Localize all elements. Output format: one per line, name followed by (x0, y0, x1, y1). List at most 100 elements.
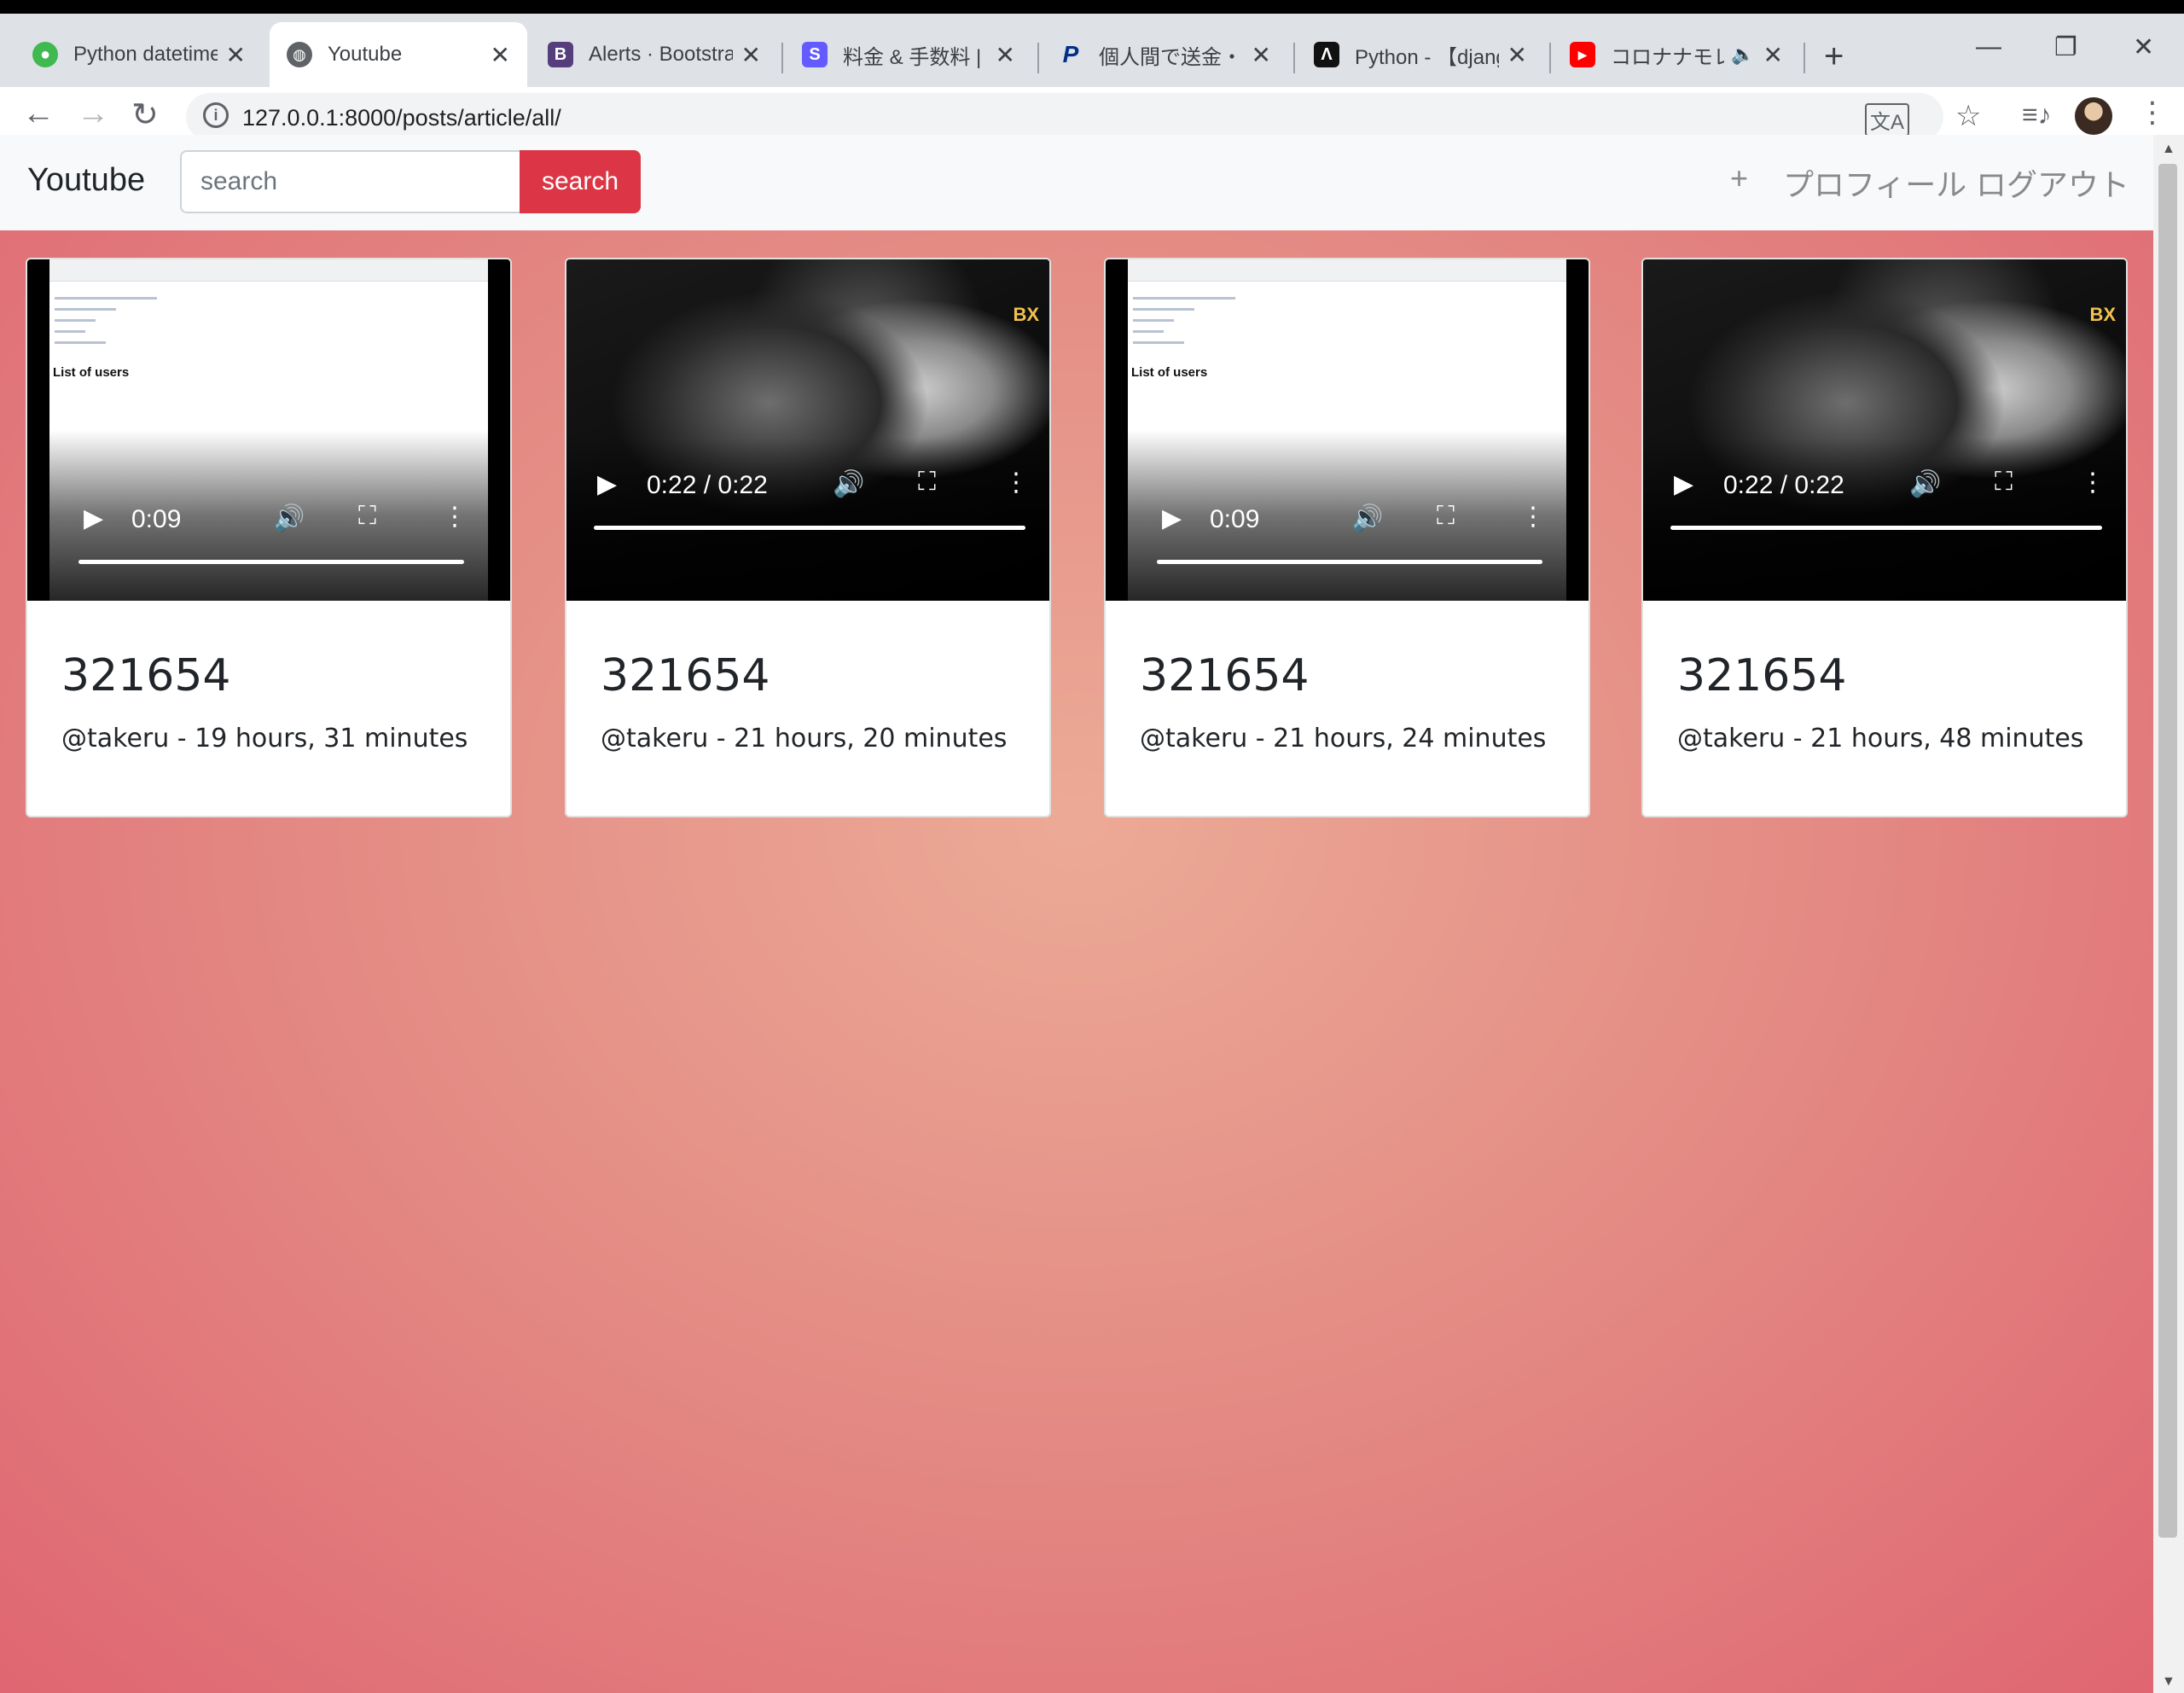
channel-logo: BX (1013, 304, 1039, 325)
tab-python-django[interactable]: Λ Python - 【djang ✕ (1297, 22, 1544, 87)
play-icon[interactable]: ▶ (1674, 469, 1693, 499)
profile-link[interactable]: プロフィール (1783, 160, 1966, 205)
fullscreen-icon[interactable]: ⛶ (918, 468, 936, 497)
volume-icon[interactable]: 🔊 (273, 503, 305, 533)
scroll-down-icon[interactable]: ▼ (2162, 1674, 2175, 1690)
add-post-link[interactable]: + (1730, 160, 1748, 196)
site-navbar: Youtube search + プロフィール ログアウト (0, 135, 2153, 230)
volume-icon[interactable]: 🔊 (833, 469, 864, 499)
close-icon[interactable]: ✕ (1252, 41, 1271, 69)
video-menu-icon[interactable]: ⋮ (1520, 502, 1546, 532)
address-url[interactable]: 127.0.0.1:8000/posts/article/all/ (242, 105, 561, 131)
logout-link[interactable]: ログアウト (1976, 160, 2129, 205)
forward-icon[interactable]: → (77, 96, 109, 132)
video-progress-bar[interactable] (594, 526, 1025, 530)
restore-icon[interactable]: ❐ (2054, 32, 2077, 62)
bookmark-star-icon[interactable]: ☆ (1955, 99, 1981, 133)
globe-icon: ◍ (287, 42, 312, 67)
video-progress-bar[interactable] (1157, 560, 1542, 564)
play-icon[interactable]: ▶ (597, 469, 617, 499)
tab-paypal[interactable]: P 個人間で送金・集 ✕ (1041, 22, 1288, 87)
search-button[interactable]: search (520, 150, 641, 213)
post-title[interactable]: 321654 (61, 650, 468, 701)
post-meta: @takeru - 21 hours, 24 minutes (1140, 724, 1547, 753)
video-progress-bar[interactable] (1670, 526, 2102, 530)
video-player[interactable]: List of users ▶ 0:09 🔊 ⛶ ⋮ (1106, 259, 1589, 601)
video-progress-bar[interactable] (78, 560, 464, 564)
tab-separator (1037, 43, 1039, 73)
tab-youtube-video[interactable]: ▶ コロナナモレモ 🔈 ✕ (1553, 22, 1800, 87)
address-bar[interactable]: i 127.0.0.1:8000/posts/article/all/ 文A (186, 93, 1943, 141)
search-input[interactable] (180, 150, 521, 213)
close-icon[interactable]: ✕ (226, 41, 246, 69)
tab-alerts-bootstrap[interactable]: B Alerts · Bootstra ✕ (531, 22, 778, 87)
video-menu-icon[interactable]: ⋮ (1003, 468, 1029, 497)
window-top-border (0, 0, 2184, 14)
python-icon: ● (32, 42, 58, 67)
tab-separator (1549, 43, 1551, 73)
tab-separator (1293, 43, 1295, 73)
post-card[interactable]: List of users ▶ 0:09 🔊 ⛶ ⋮ 321654 @taker… (26, 258, 512, 817)
info-icon[interactable]: i (203, 102, 229, 128)
tab-title: 個人間で送金・集 (1099, 45, 1243, 69)
site-brand[interactable]: Youtube (27, 162, 145, 199)
page-scrollbar[interactable]: ▲ ▼ (2153, 135, 2184, 1693)
scrollbar-thumb[interactable] (2158, 164, 2177, 1538)
scroll-up-icon[interactable]: ▲ (2162, 142, 2175, 157)
channel-logo: BX (2089, 304, 2116, 325)
tab-separator (1804, 43, 1805, 73)
browser-menu-icon[interactable]: ⋮ (2138, 96, 2167, 130)
tab-title: コロナナモレモ (1611, 45, 1725, 69)
post-card[interactable]: BX ▶ 0:22 / 0:22 🔊 ⛶ ⋮ 321654 @takeru - … (565, 258, 1051, 817)
post-title[interactable]: 321654 (1140, 650, 1546, 701)
tab-python-datetime[interactable]: ● Python datetime ✕ (15, 22, 263, 87)
card-body: 321654 @takeru - 21 hours, 24 minutes (1140, 650, 1546, 753)
video-frame: List of users (49, 259, 488, 601)
stripe-icon: S (802, 42, 828, 67)
close-icon[interactable]: ✕ (1763, 41, 1783, 69)
close-icon[interactable]: ✕ (996, 41, 1015, 69)
video-player[interactable]: BX ▶ 0:22 / 0:22 🔊 ⛶ ⋮ (1643, 259, 2126, 601)
tab-stripe-fees[interactable]: S 料金 & 手数料 | ✕ (785, 22, 1032, 87)
translate-icon[interactable]: 文A (1864, 103, 1909, 137)
close-icon[interactable]: ✕ (1507, 41, 1527, 69)
post-card[interactable]: BX ▶ 0:22 / 0:22 🔊 ⛶ ⋮ 321654 @takeru - … (1641, 258, 2128, 817)
play-icon[interactable]: ▶ (1162, 503, 1182, 533)
youtube-icon: ▶ (1570, 42, 1595, 67)
post-meta: @takeru - 19 hours, 31 minutes (61, 724, 468, 753)
tab-strip: ● Python datetime ✕ ◍ Youtube ✕ B Alerts… (0, 14, 2184, 148)
minimize-icon[interactable]: — (1976, 32, 2001, 61)
post-card[interactable]: List of users ▶ 0:09 🔊 ⛶ ⋮ 321654 @taker… (1104, 258, 1590, 817)
video-time: 0:22 / 0:22 (647, 471, 768, 499)
post-meta: @takeru - 21 hours, 48 minutes (1677, 724, 2084, 753)
close-window-icon[interactable]: ✕ (2133, 32, 2154, 62)
video-menu-icon[interactable]: ⋮ (2080, 468, 2106, 497)
tab-title: 料金 & 手数料 | (843, 45, 982, 69)
video-player[interactable]: List of users ▶ 0:09 🔊 ⛶ ⋮ (27, 259, 510, 601)
speaker-icon[interactable]: 🔈 (1731, 44, 1754, 66)
video-time: 0:09 (1210, 505, 1260, 533)
video-time: 0:09 (131, 505, 182, 533)
close-icon[interactable]: ✕ (491, 41, 510, 69)
card-body: 321654 @takeru - 21 hours, 20 minutes (601, 650, 1007, 753)
reload-icon[interactable]: ↻ (131, 96, 159, 134)
fullscreen-icon[interactable]: ⛶ (358, 502, 376, 531)
profile-avatar[interactable] (2075, 97, 2112, 135)
close-icon[interactable]: ✕ (741, 41, 761, 69)
back-icon[interactable]: ← (22, 96, 55, 132)
video-player[interactable]: BX ▶ 0:22 / 0:22 🔊 ⛶ ⋮ (566, 259, 1049, 601)
play-icon[interactable]: ▶ (84, 503, 103, 533)
media-playlist-icon[interactable]: ≡♪ (2022, 99, 2052, 131)
frame-caption: List of users (1131, 365, 1208, 380)
volume-icon[interactable]: 🔊 (1351, 503, 1383, 533)
new-tab-icon[interactable]: + (1824, 38, 1844, 76)
video-time: 0:22 / 0:22 (1723, 471, 1844, 499)
video-menu-icon[interactable]: ⋮ (442, 502, 468, 532)
post-title[interactable]: 321654 (601, 650, 1007, 701)
fullscreen-icon[interactable]: ⛶ (1437, 502, 1455, 531)
fullscreen-icon[interactable]: ⛶ (1995, 468, 2013, 497)
volume-icon[interactable]: 🔊 (1909, 469, 1941, 499)
tab-title: Alerts · Bootstra (589, 43, 733, 66)
post-title[interactable]: 321654 (1677, 650, 2083, 701)
tab-youtube[interactable]: ◍ Youtube ✕ (270, 22, 527, 87)
